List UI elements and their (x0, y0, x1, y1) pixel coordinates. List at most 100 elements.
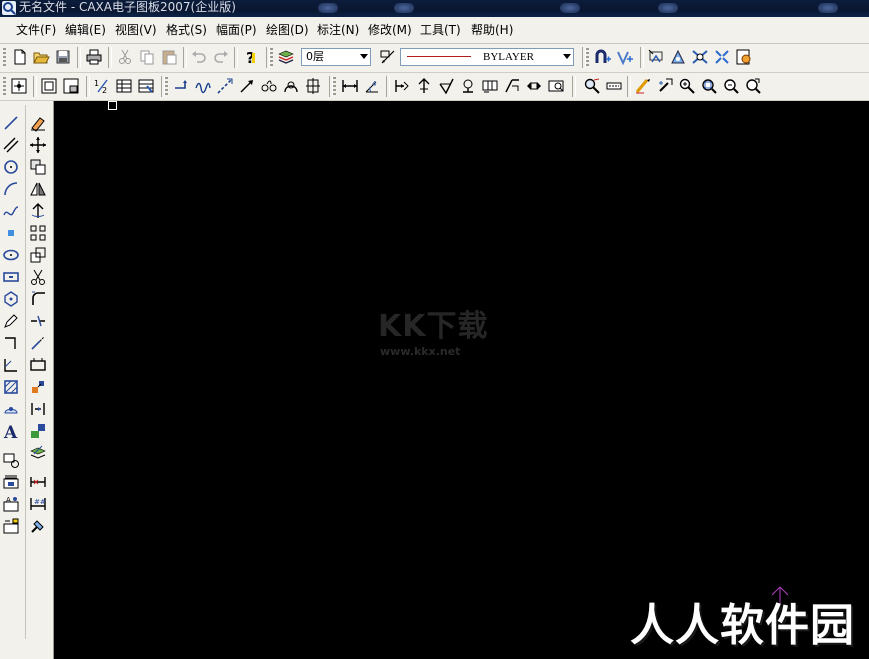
geometric-tolerance-icon[interactable] (480, 76, 500, 96)
title-block-icon[interactable] (61, 76, 81, 96)
frame-icon[interactable] (39, 76, 59, 96)
layer-change-icon[interactable] (28, 443, 48, 463)
menu-sheet[interactable]: 幅面(P) (216, 22, 257, 38)
point-icon[interactable] (1, 223, 21, 243)
polyline-icon[interactable] (1, 333, 21, 353)
magnet-snap-icon[interactable] (593, 47, 613, 67)
center-line-icon[interactable] (1, 355, 21, 375)
menu-modify[interactable]: 修改(M) (368, 22, 412, 38)
drawing-canvas[interactable]: KK下载 www.kkx.net 人人软件园 (54, 101, 869, 659)
pencil-icon[interactable] (1, 311, 21, 331)
save-icon[interactable] (53, 47, 73, 67)
toolbar-grip[interactable] (270, 48, 273, 67)
cut-icon[interactable] (115, 47, 135, 67)
redo-icon[interactable] (211, 47, 231, 67)
spline-icon[interactable] (259, 76, 279, 96)
menu-file[interactable]: 文件(F) (16, 22, 56, 38)
rotate-icon[interactable] (28, 201, 48, 221)
stretch-icon[interactable] (28, 355, 48, 375)
rectangle-icon[interactable] (1, 267, 21, 287)
scale-icon[interactable] (28, 245, 48, 265)
copy-selection-icon[interactable] (28, 157, 48, 177)
menu-format[interactable]: 格式(S) (166, 22, 207, 38)
ellipse-icon[interactable] (1, 245, 21, 265)
extend-icon[interactable] (28, 333, 48, 353)
chamfer-dimension-icon[interactable] (414, 76, 434, 96)
property-tool-icon[interactable] (690, 47, 710, 67)
layer-manager-icon[interactable] (276, 47, 296, 67)
print-icon[interactable] (84, 47, 104, 67)
polygon-icon[interactable] (1, 289, 21, 309)
centerline-icon[interactable] (303, 76, 323, 96)
mirror-icon[interactable] (28, 179, 48, 199)
coordinate-dimension-icon[interactable] (392, 76, 412, 96)
trim-icon[interactable] (28, 267, 48, 287)
angle-dimension-icon[interactable]: 4 (362, 76, 382, 96)
library-icon[interactable]: A (1, 494, 21, 514)
break-icon[interactable] (28, 311, 48, 331)
menu-tools[interactable]: 工具(T) (420, 22, 461, 38)
new-file-icon[interactable] (10, 47, 30, 67)
insert-image-icon[interactable] (1, 472, 21, 492)
circle-icon[interactable] (1, 157, 21, 177)
dynamic-pan-icon[interactable] (655, 76, 675, 96)
open-folder-icon[interactable] (31, 47, 51, 67)
menu-draw[interactable]: 绘图(D) (266, 22, 309, 38)
menu-help[interactable]: 帮助(H) (471, 22, 513, 38)
roughness-icon[interactable] (436, 76, 456, 96)
layer-select[interactable]: 0层 (301, 48, 371, 66)
text-icon[interactable]: A (1, 421, 21, 441)
paste-icon[interactable] (159, 47, 179, 67)
explode-tool-icon[interactable] (28, 377, 48, 397)
vector-snap-icon[interactable] (615, 47, 635, 67)
eraser-icon[interactable] (28, 113, 48, 133)
zoom-all-icon[interactable] (699, 76, 719, 96)
toolbar-grip[interactable] (586, 48, 589, 67)
explode-icon[interactable] (712, 47, 732, 67)
dimension-edit-icon[interactable] (28, 472, 48, 492)
weld-symbol-icon[interactable] (502, 76, 522, 96)
dashed-line-icon[interactable] (215, 76, 235, 96)
drawing-sheet-icon[interactable] (9, 76, 29, 96)
spline-curve-icon[interactable] (1, 201, 21, 221)
object-properties-icon[interactable] (646, 47, 666, 67)
leader-arrow-icon[interactable] (237, 76, 257, 96)
block-insert-icon[interactable] (1, 450, 21, 470)
block-edit-icon[interactable] (28, 421, 48, 441)
parallel-line-icon[interactable] (1, 135, 21, 155)
undo-icon[interactable] (189, 47, 209, 67)
toolbar-grip[interactable] (3, 48, 6, 67)
dimension-align-icon[interactable]: ## (28, 494, 48, 514)
object-manage-icon[interactable] (734, 47, 754, 67)
redraw-icon[interactable] (633, 76, 653, 96)
toolbar-grip[interactable] (3, 77, 6, 96)
toolbar-grip[interactable] (165, 77, 168, 96)
toolbar-grip[interactable] (333, 77, 336, 96)
zoom-window-icon[interactable] (743, 76, 763, 96)
zoom-previous-icon[interactable] (721, 76, 741, 96)
menu-view[interactable]: 视图(V) (115, 22, 157, 38)
detail-table-icon[interactable] (136, 76, 156, 96)
app-icon[interactable] (2, 1, 16, 15)
menu-dimension[interactable]: 标注(N) (317, 22, 359, 38)
fillet-icon[interactable] (28, 289, 48, 309)
menu-edit[interactable]: 编辑(E) (65, 22, 106, 38)
line-icon[interactable] (1, 113, 21, 133)
help-icon[interactable]: ? (241, 47, 261, 67)
zoom-in-icon[interactable] (677, 76, 697, 96)
display-window-icon[interactable] (582, 76, 602, 96)
fill-icon[interactable] (1, 399, 21, 419)
linetype-icon[interactable] (378, 47, 398, 67)
datum-symbol-icon[interactable] (458, 76, 478, 96)
bom-table-icon[interactable] (114, 76, 134, 96)
text-symbol-icon[interactable] (546, 76, 566, 96)
copy-icon[interactable] (137, 47, 157, 67)
hatch-icon[interactable] (1, 377, 21, 397)
hatch-symbol-icon[interactable] (524, 76, 544, 96)
linear-dimension-icon[interactable] (340, 76, 360, 96)
move-icon[interactable] (28, 135, 48, 155)
center-mark-icon[interactable] (281, 76, 301, 96)
arc-icon[interactable] (1, 179, 21, 199)
part-number-icon[interactable]: 12 (92, 76, 112, 96)
display-pan-icon[interactable] (604, 76, 624, 96)
